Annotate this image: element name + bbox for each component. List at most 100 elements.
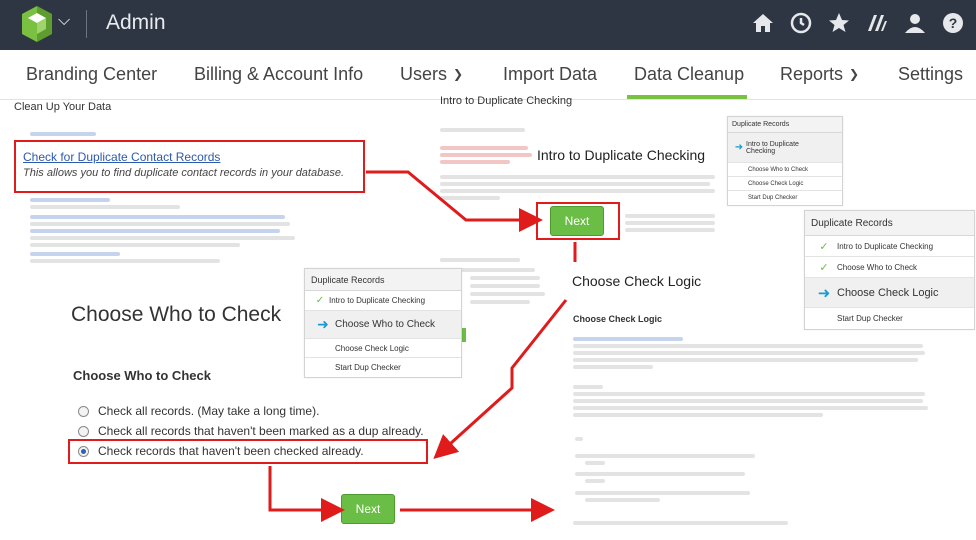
nav-settings[interactable]: Settings — [898, 64, 963, 85]
option-all-records[interactable]: Check all records. (May take a long time… — [78, 404, 319, 418]
blurred-text — [440, 258, 520, 262]
chevron-down-icon: ❯ — [453, 67, 464, 81]
duplicate-records-widget-who: Duplicate Records ✓ Intro to Duplicate C… — [304, 268, 462, 378]
blurred-text — [573, 406, 928, 410]
blurred-link — [30, 215, 285, 219]
apps-icon[interactable] — [862, 8, 892, 38]
help-icon[interactable]: ? — [938, 8, 968, 38]
star-icon[interactable] — [824, 8, 854, 38]
clock-icon[interactable] — [786, 8, 816, 38]
blurred-text — [470, 284, 540, 288]
blurred-text — [470, 276, 540, 280]
nav-billing[interactable]: Billing & Account Info — [194, 64, 363, 85]
nav-label: Import Data — [503, 64, 598, 84]
blurred-text — [573, 521, 788, 525]
app-title: Admin — [106, 11, 166, 34]
nav-label: Branding Center — [26, 64, 158, 84]
blurred-text — [573, 351, 925, 355]
flow-arrow — [268, 466, 345, 522]
highlight-selected-option — [68, 439, 428, 464]
step-label: Choose Check Logic — [335, 343, 409, 353]
nav-label: Data Cleanup — [634, 64, 745, 84]
cleanup-title: Clean Up Your Data — [14, 101, 112, 113]
app-switcher-chevron-icon[interactable]: ⌵ — [58, 12, 70, 30]
widget-step[interactable]: Choose Who to Check — [728, 163, 842, 177]
blurred-text — [30, 236, 295, 240]
blurred-text — [625, 221, 715, 225]
blurred-text — [470, 300, 530, 304]
widget-step-done[interactable]: ✓ Intro to Duplicate Checking — [305, 291, 461, 311]
blurred-text — [575, 437, 583, 441]
nav-users[interactable]: Users ❯ — [400, 64, 463, 85]
home-icon[interactable] — [748, 8, 778, 38]
blurred-text — [575, 454, 755, 458]
arrow-right-icon: ➜ — [817, 284, 831, 302]
widget-title: Duplicate Records — [305, 269, 461, 291]
duplicate-records-widget-intro: Duplicate Records ➜ Intro to Duplicate C… — [727, 116, 843, 206]
check-duplicate-contacts-link[interactable]: Check for Duplicate Contact Records — [23, 150, 220, 164]
widget-title: Duplicate Records — [805, 211, 974, 236]
nav-label: Users — [400, 64, 448, 84]
widget-step-done[interactable]: ✓ Choose Who to Check — [805, 257, 974, 278]
option-not-marked-dup[interactable]: Check all records that haven't been mark… — [78, 424, 424, 438]
widget-title: Duplicate Records — [728, 117, 842, 133]
duplicate-records-widget-logic: Duplicate Records ✓ Intro to Duplicate C… — [804, 210, 975, 330]
user-icon[interactable] — [900, 8, 930, 38]
blurred-text — [30, 205, 180, 209]
nav-active-indicator — [627, 95, 747, 99]
blurred-text — [575, 472, 745, 476]
nav-data-cleanup[interactable]: Data Cleanup — [634, 64, 744, 85]
option-label: Check all records that haven't been mark… — [98, 424, 424, 438]
blurred-text — [573, 392, 925, 396]
blurred-button — [462, 328, 466, 342]
blurred-text — [585, 479, 605, 483]
nav-reports[interactable]: Reports ❯ — [780, 64, 859, 85]
highlight-duplicate-link: Check for Duplicate Contact Records This… — [14, 140, 365, 193]
blurred-text — [575, 491, 750, 495]
nav-label: Billing & Account Info — [194, 64, 364, 84]
blurred-text — [573, 413, 823, 417]
nav-import-data[interactable]: Import Data — [503, 64, 597, 85]
top-bar: ⌵ Admin ? — [0, 0, 976, 50]
blurred-text — [573, 385, 603, 389]
main-nav: Branding Center Billing & Account Info U… — [0, 50, 976, 100]
blurred-text — [440, 146, 528, 150]
blurred-text — [573, 365, 653, 369]
widget-step-current[interactable]: ➜ Choose Who to Check — [305, 311, 461, 339]
widget-step[interactable]: Start Dup Checker — [305, 358, 461, 377]
widget-step-current[interactable]: ➜ Intro to Duplicate Checking — [728, 133, 842, 163]
intro-next-button[interactable]: Next — [550, 206, 604, 236]
step-label: Intro to Duplicate Checking — [746, 140, 799, 155]
step-label: Start Dup Checker — [837, 314, 903, 323]
blurred-text — [440, 175, 715, 179]
radio-button[interactable] — [78, 405, 89, 417]
blurred-link — [30, 229, 280, 233]
blurred-link — [30, 252, 120, 256]
step-label: Choose Who to Check — [335, 319, 436, 330]
nav-branding-center[interactable]: Branding Center — [26, 64, 157, 85]
app-logo-icon[interactable] — [22, 4, 52, 44]
intro-heading: Intro to Duplicate Checking — [534, 145, 709, 165]
widget-step[interactable]: Choose Check Logic — [728, 177, 842, 191]
blurred-link — [30, 132, 96, 136]
blurred-text — [440, 160, 510, 164]
choose-logic-heading: Choose Check Logic — [572, 273, 702, 289]
blurred-text — [573, 399, 923, 403]
widget-step-done[interactable]: ✓ Intro to Duplicate Checking — [805, 236, 974, 257]
option-label: Check all records. (May take a long time… — [98, 404, 320, 418]
blurred-text — [573, 344, 923, 348]
blurred-link — [30, 198, 110, 202]
checkmark-icon: ✓ — [315, 295, 325, 306]
blurred-text — [440, 128, 525, 132]
checkmark-icon: ✓ — [819, 240, 829, 253]
header-divider — [86, 10, 87, 38]
widget-step[interactable]: Choose Check Logic — [305, 339, 461, 358]
widget-step[interactable]: Start Dup Checker — [805, 308, 974, 329]
choose-logic-subtitle: Choose Check Logic — [573, 314, 663, 324]
widget-step[interactable]: Start Dup Checker — [728, 191, 842, 205]
step-label: Start Dup Checker — [748, 195, 798, 201]
widget-step-current[interactable]: ➜ Choose Check Logic — [805, 278, 974, 308]
blurred-text — [585, 498, 660, 502]
who-next-button[interactable]: Next — [341, 494, 395, 524]
radio-button[interactable] — [78, 425, 89, 437]
